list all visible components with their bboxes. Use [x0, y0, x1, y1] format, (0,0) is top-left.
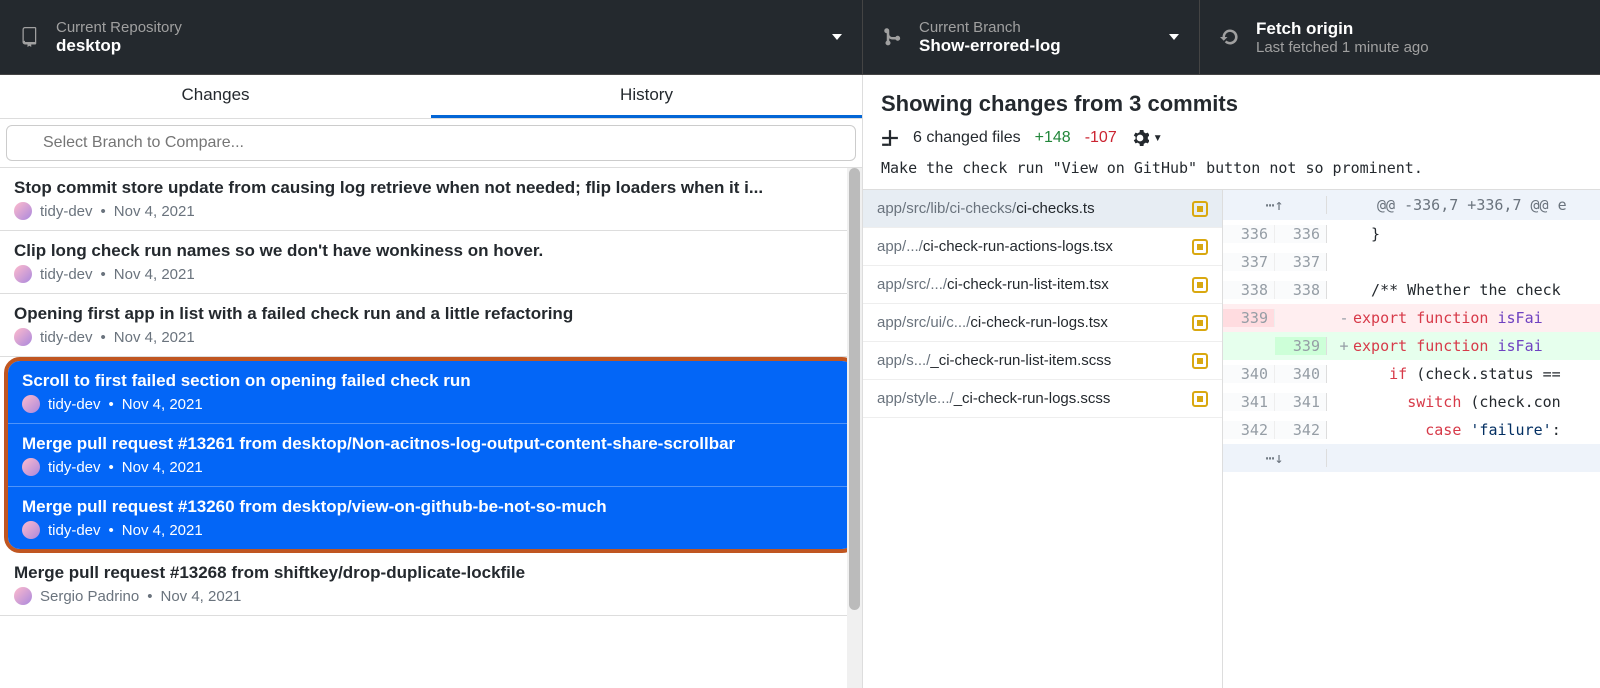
tab-history[interactable]: History — [431, 75, 862, 118]
modified-badge-icon — [1192, 201, 1208, 217]
repo-label: Current Repository — [56, 19, 822, 36]
chevron-down-icon — [832, 34, 842, 40]
expand-down-icon[interactable]: ⋯↓ — [1265, 449, 1283, 467]
repo-icon — [20, 27, 40, 47]
commit-author: tidy-dev — [40, 266, 93, 283]
commit-title: Merge pull request #13261 from desktop/N… — [22, 434, 840, 454]
commit-author: tidy-dev — [40, 203, 93, 220]
commit-meta: tidy-dev•Nov 4, 2021 — [22, 395, 840, 413]
sync-icon — [1220, 27, 1240, 47]
commit-meta: tidy-dev•Nov 4, 2021 — [22, 521, 840, 539]
commit-item[interactable]: Clip long check run names so we don't ha… — [0, 231, 862, 294]
file-list: app/src/lib/ci-checks/ci-checks.tsapp/..… — [863, 190, 1223, 688]
right-panel: Showing changes from 3 commits 6 changed… — [863, 75, 1600, 688]
expand-up-icon[interactable]: ⋯↑ — [1265, 196, 1283, 214]
fetch-sub: Last fetched 1 minute ago — [1256, 39, 1580, 56]
branch-label: Current Branch — [919, 19, 1159, 36]
changes-title: Showing changes from 3 commits — [881, 91, 1582, 117]
toolbar-repository[interactable]: Current Repository desktop — [0, 0, 863, 74]
file-item[interactable]: app/.../ci-check-run-actions-logs.tsx — [863, 228, 1222, 266]
file-item[interactable]: app/src/ui/c.../ci-check-run-logs.tsx — [863, 304, 1222, 342]
diff-line: 339-export function isFai — [1223, 304, 1600, 332]
file-item[interactable]: app/src/lib/ci-checks/ci-checks.ts — [863, 190, 1222, 228]
modified-badge-icon — [1192, 353, 1208, 369]
commit-author: Sergio Padrino — [40, 588, 139, 605]
toolbar: Current Repository desktop Current Branc… — [0, 0, 1600, 75]
toolbar-branch[interactable]: Current Branch Show-errored-log — [863, 0, 1200, 74]
file-item[interactable]: app/style.../_ci-check-run-logs.scss — [863, 380, 1222, 418]
commit-meta: tidy-dev•Nov 4, 2021 — [22, 458, 840, 476]
commit-title: Stop commit store update from causing lo… — [14, 178, 848, 198]
commit-message: Make the check run "View on GitHub" butt… — [863, 159, 1600, 190]
avatar — [14, 202, 32, 220]
diff-view[interactable]: ⋯↑ @@ -336,7 +336,7 @@ e 336336 }337337 … — [1223, 190, 1600, 688]
diff-line: 336336 } — [1223, 220, 1600, 248]
diff-line: 341341 switch (check.con — [1223, 388, 1600, 416]
hunk-header[interactable]: ⋯↑ @@ -336,7 +336,7 @@ e — [1223, 190, 1600, 220]
commit-author: tidy-dev — [40, 329, 93, 346]
commit-title: Scroll to first failed section on openin… — [22, 371, 840, 391]
file-item[interactable]: app/s.../_ci-check-run-list-item.scss — [863, 342, 1222, 380]
diff-line: 340340 if (check.status == — [1223, 360, 1600, 388]
avatar — [14, 328, 32, 346]
compare-branch-input[interactable] — [6, 125, 856, 161]
commit-date: Nov 4, 2021 — [122, 459, 203, 476]
commit-meta: tidy-dev•Nov 4, 2021 — [14, 202, 848, 220]
commit-date: Nov 4, 2021 — [114, 329, 195, 346]
diff-settings-button[interactable]: ▼ — [1131, 129, 1163, 147]
commit-author: tidy-dev — [48, 522, 101, 539]
commit-item[interactable]: Opening first app in list with a failed … — [0, 294, 862, 357]
fetch-label: Fetch origin — [1256, 19, 1580, 39]
commit-title: Merge pull request #13260 from desktop/v… — [22, 497, 840, 517]
avatar — [14, 587, 32, 605]
diff-line: 342342 case 'failure': — [1223, 416, 1600, 444]
avatar — [14, 265, 32, 283]
avatar — [22, 458, 40, 476]
modified-badge-icon — [1192, 277, 1208, 293]
commit-title: Merge pull request #13268 from shiftkey/… — [14, 563, 848, 583]
avatar — [22, 395, 40, 413]
tabs: Changes History — [0, 75, 862, 119]
diff-icon — [881, 129, 899, 147]
commit-meta: tidy-dev•Nov 4, 2021 — [14, 265, 848, 283]
deletions-count: -107 — [1085, 129, 1117, 147]
branch-value: Show-errored-log — [919, 36, 1159, 56]
avatar — [22, 521, 40, 539]
commit-item[interactable]: Scroll to first failed section on openin… — [8, 361, 854, 424]
chevron-down-icon — [1169, 34, 1179, 40]
scrollbar[interactable] — [847, 168, 862, 688]
modified-badge-icon — [1192, 391, 1208, 407]
diff-line: 338338 /** Whether the check — [1223, 276, 1600, 304]
commit-author: tidy-dev — [48, 396, 101, 413]
repo-value: desktop — [56, 36, 822, 56]
file-item[interactable]: app/src/.../ci-check-run-list-item.tsx — [863, 266, 1222, 304]
commit-item[interactable]: Merge pull request #13261 from desktop/N… — [8, 424, 854, 487]
commit-date: Nov 4, 2021 — [161, 588, 242, 605]
tab-changes[interactable]: Changes — [0, 75, 431, 118]
files-count: 6 changed files — [913, 129, 1021, 147]
branch-icon — [883, 27, 903, 47]
commit-author: tidy-dev — [48, 459, 101, 476]
commit-meta: Sergio Padrino•Nov 4, 2021 — [14, 587, 848, 605]
commit-item[interactable]: Merge pull request #13260 from desktop/v… — [8, 487, 854, 549]
commit-title: Clip long check run names so we don't ha… — [14, 241, 848, 261]
toolbar-fetch[interactable]: Fetch origin Last fetched 1 minute ago — [1200, 0, 1600, 74]
diff-line: 339+export function isFai — [1223, 332, 1600, 360]
commit-item[interactable]: Stop commit store update from causing lo… — [0, 168, 862, 231]
commit-date: Nov 4, 2021 — [114, 266, 195, 283]
modified-badge-icon — [1192, 315, 1208, 331]
expand-down-row[interactable]: ⋯↓ — [1223, 444, 1600, 472]
commit-date: Nov 4, 2021 — [122, 522, 203, 539]
selected-commits-group: Scroll to first failed section on openin… — [4, 357, 858, 553]
commit-date: Nov 4, 2021 — [114, 203, 195, 220]
modified-badge-icon — [1192, 239, 1208, 255]
commit-list[interactable]: Stop commit store update from causing lo… — [0, 168, 862, 688]
commit-title: Opening first app in list with a failed … — [14, 304, 848, 324]
commit-meta: tidy-dev•Nov 4, 2021 — [14, 328, 848, 346]
commit-date: Nov 4, 2021 — [122, 396, 203, 413]
diff-line: 337337 — [1223, 248, 1600, 276]
commit-item[interactable]: Merge pull request #13268 from shiftkey/… — [0, 553, 862, 616]
additions-count: +148 — [1035, 129, 1071, 147]
left-panel: Changes History Stop commit store update… — [0, 75, 863, 688]
